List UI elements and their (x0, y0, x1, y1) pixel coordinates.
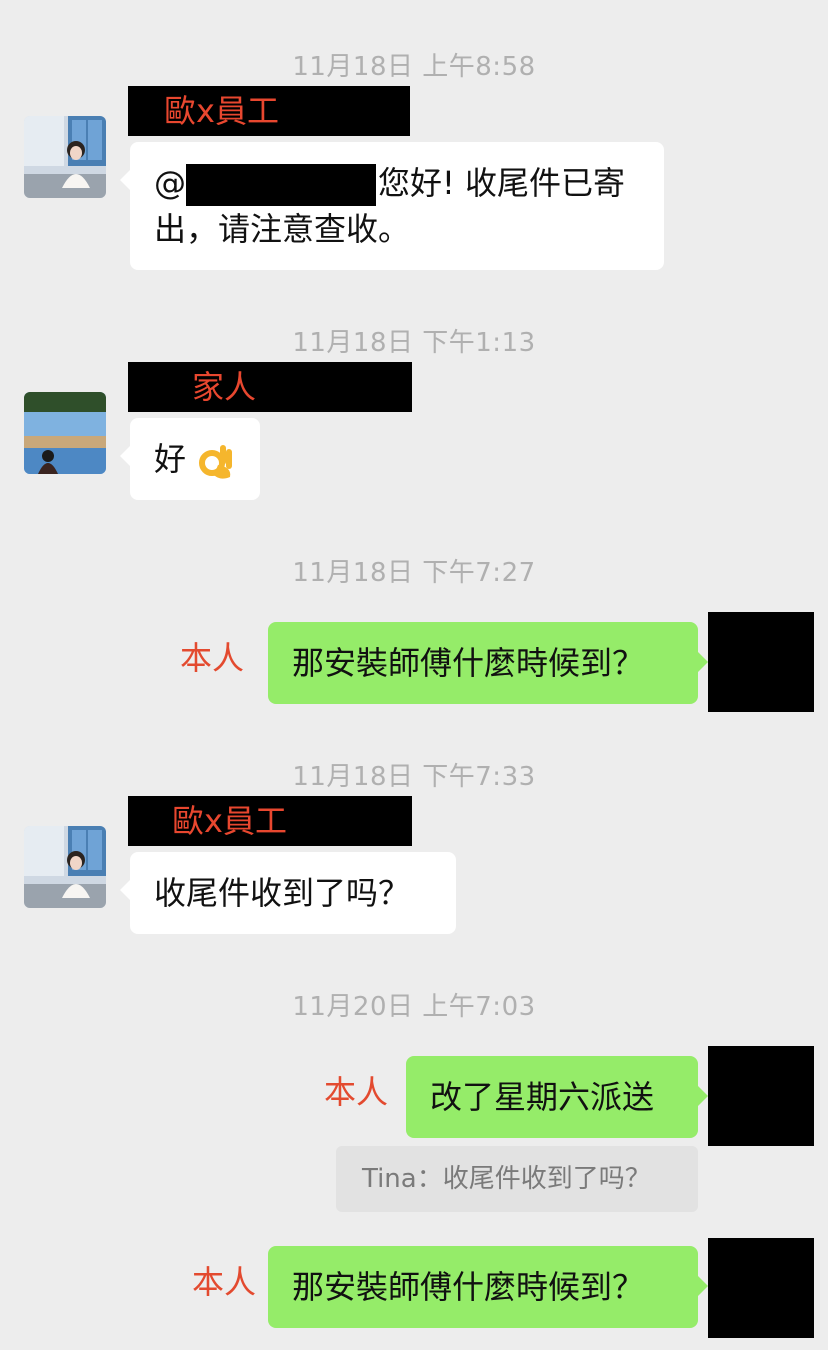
sender-name: 歐x員工 (172, 802, 287, 840)
message-text: 那安裝師傅什麼時候到？ (292, 1268, 645, 1306)
sender-name-bar: 歐x員工 (128, 86, 410, 136)
quoted-text: Tina：收尾件收到了吗？ (362, 1164, 651, 1194)
message-bubble[interactable]: 好 (120, 418, 260, 500)
message-text: 收尾件收到了吗？ (154, 874, 411, 912)
quoted-message[interactable]: Tina：收尾件收到了吗？ (336, 1146, 698, 1212)
timestamp: 11月20日 上午7:03 (292, 992, 536, 1022)
sender-name: 本人 (324, 1073, 389, 1111)
sender-name-bar: 家人 (128, 362, 412, 412)
redacted-avatar[interactable] (708, 1238, 814, 1338)
redacted-avatar[interactable] (708, 1046, 814, 1146)
sender-name: 本人 (192, 1263, 257, 1301)
woman-portrait-avatar[interactable] (24, 826, 106, 908)
sender-name: 歐x員工 (164, 92, 279, 130)
redacted-avatar[interactable] (708, 612, 814, 712)
message-bubble[interactable]: 那安裝師傅什麼時候到？ (268, 1246, 708, 1328)
redacted-mention (186, 164, 376, 206)
message-bubble[interactable]: 收尾件收到了吗？ (120, 852, 456, 934)
timestamp: 11月18日 上午8:58 (292, 52, 536, 82)
message-text: 改了星期六派送 (430, 1078, 655, 1116)
sender-name: 本人 (180, 639, 245, 677)
sender-name-bar: 歐x員工 (128, 796, 412, 846)
message-bubble[interactable]: 那安裝師傅什麼時候到？ (268, 622, 708, 704)
message-text-line2: 出，请注意查收。 (154, 210, 411, 248)
message-text-line1: 您好! 收尾件已寄 (378, 164, 626, 202)
timestamp: 11月18日 下午7:33 (292, 762, 536, 792)
lake-landscape-avatar[interactable] (24, 392, 106, 474)
ok-hand-emoji (199, 445, 233, 479)
timestamp: 11月18日 下午1:13 (292, 328, 536, 358)
woman-portrait-avatar[interactable] (24, 116, 106, 198)
mention-prefix: @ (154, 164, 186, 202)
sender-name: 家人 (192, 368, 257, 406)
message-text: 那安裝師傅什麼時候到？ (292, 644, 645, 682)
message-text: 好 (154, 440, 187, 478)
message-bubble[interactable]: 改了星期六派送 (406, 1056, 708, 1138)
message-bubble[interactable]: @ 您好! 收尾件已寄 出，请注意查收。 (120, 142, 664, 270)
message-line: @ 您好! 收尾件已寄 (154, 160, 642, 206)
timestamp: 11月18日 下午7:27 (292, 558, 536, 588)
